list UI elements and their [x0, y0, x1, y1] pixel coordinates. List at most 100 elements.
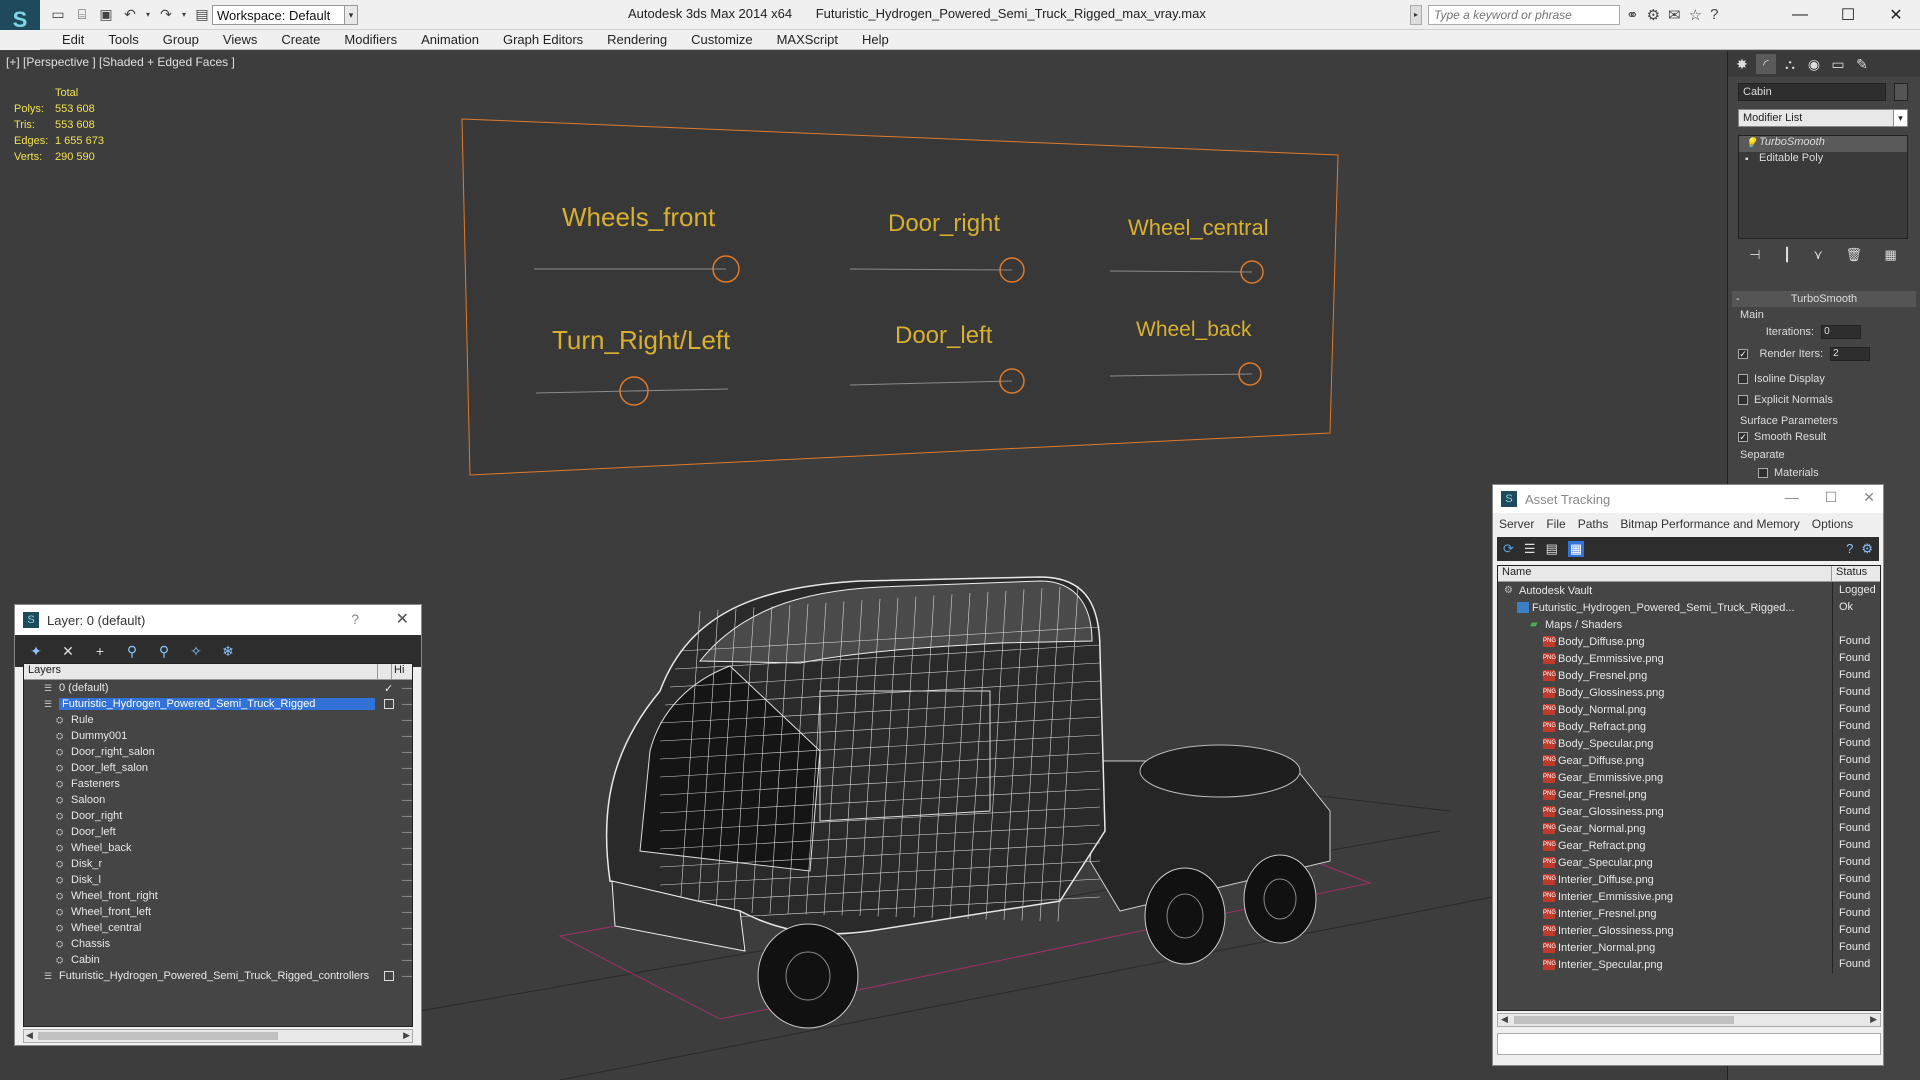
help-icon[interactable]: ? [1846, 541, 1853, 557]
menu-item-views[interactable]: Views [211, 32, 269, 47]
create-tab-icon[interactable]: ✸ [1732, 54, 1752, 74]
hide-toggle[interactable]: — [402, 683, 412, 694]
set-current-box[interactable] [384, 699, 394, 709]
hide-toggle[interactable]: — [402, 923, 412, 934]
hide-toggle[interactable]: — [402, 731, 412, 742]
object-name-field[interactable]: Cabin [1738, 83, 1886, 101]
asset-row[interactable]: PNG Gear_Glossiness.png Found [1498, 803, 1880, 820]
hide-toggle[interactable]: — [402, 859, 412, 870]
close-button[interactable]: ✕ [396, 609, 409, 629]
layer-row[interactable]: ⛭ Wheel_front_right — [24, 888, 412, 904]
menu-item-edit[interactable]: Edit [50, 32, 96, 47]
asset-row[interactable]: PNG Interier_Glossiness.png Found [1498, 922, 1880, 939]
display-tab-icon[interactable]: ▭ [1828, 54, 1848, 74]
layer-row[interactable]: ⛭ Wheel_front_left — [24, 904, 412, 920]
asset-row[interactable]: Futuristic_Hydrogen_Powered_Semi_Truck_R… [1498, 599, 1880, 616]
hide-toggle[interactable]: — [402, 955, 412, 966]
asset-row[interactable]: PNG Body_Refract.png Found [1498, 718, 1880, 735]
layer-row[interactable]: ⛭ Saloon — [24, 792, 412, 808]
communication-icon[interactable]: ✉ [1668, 6, 1681, 24]
asset-row[interactable]: PNG Gear_Normal.png Found [1498, 820, 1880, 837]
table-view-icon[interactable]: ▦ [1567, 541, 1585, 557]
materials-checkbox[interactable] [1758, 468, 1768, 479]
show-end-result-icon[interactable]: ┃ [1783, 247, 1791, 267]
asset-row[interactable]: PNG Gear_Specular.png Found [1498, 854, 1880, 871]
asset-row[interactable]: PNG Body_Specular.png Found [1498, 735, 1880, 752]
scroll-left-icon[interactable]: ◀ [1501, 1014, 1508, 1025]
render-iters-spinner[interactable]: 2 [1830, 347, 1871, 361]
asset-row[interactable]: PNG Gear_Emmissive.png Found [1498, 769, 1880, 786]
scroll-left-icon[interactable]: ◀ [26, 1030, 33, 1041]
layers-column-header[interactable]: Layers [24, 664, 378, 679]
layer-row[interactable]: ⛭ Cabin — [24, 952, 412, 968]
hide-toggle[interactable]: — [402, 779, 412, 790]
hide-toggle[interactable]: — [402, 843, 412, 854]
add-to-layer-icon[interactable]: + [91, 642, 109, 660]
motion-tab-icon[interactable]: ◉ [1804, 54, 1824, 74]
hide-toggle[interactable]: — [402, 827, 412, 838]
search-expand-icon[interactable]: ▸ [1410, 5, 1422, 25]
asset-path-field[interactable] [1497, 1033, 1881, 1055]
favorites-icon[interactable]: ☆ [1689, 6, 1702, 24]
layer-row[interactable]: ⛭ Door_right_salon — [24, 744, 412, 760]
asset-menu-options[interactable]: Options [1812, 517, 1853, 531]
asset-row[interactable]: PNG Interier_Specular.png Found [1498, 956, 1880, 973]
horizontal-scrollbar[interactable]: ◀ ▶ [1497, 1013, 1881, 1027]
maximize-button[interactable]: ☐ [1824, 0, 1872, 30]
perspective-viewport[interactable]: Wheels_front Door_right Wheel_central Tu… [0, 51, 1727, 1080]
menu-item-modifiers[interactable]: Modifiers [332, 32, 409, 47]
undo-icon[interactable]: ↶ [120, 5, 140, 23]
menu-item-tools[interactable]: Tools [96, 32, 150, 47]
layer-row[interactable]: ⛭ Fasteners — [24, 776, 412, 792]
hide-toggle[interactable]: — [402, 891, 412, 902]
isoline-checkbox[interactable] [1738, 374, 1748, 385]
expand-icon[interactable]: ▪ [1745, 154, 1749, 165]
delete-layer-icon[interactable]: ✕ [59, 642, 77, 660]
layer-row[interactable]: ⛭ Wheel_central — [24, 920, 412, 936]
layer-row[interactable]: ⛭ Dummy001 — [24, 728, 412, 744]
layer-row[interactable]: ⛭ Wheel_back — [24, 840, 412, 856]
help-button[interactable]: ? [351, 611, 359, 627]
configure-sets-icon[interactable]: ▦ [1884, 247, 1896, 267]
layer-row[interactable]: ⛭ Door_left_salon — [24, 760, 412, 776]
menu-item-animation[interactable]: Animation [409, 32, 491, 47]
close-button[interactable]: ✕ [1872, 0, 1920, 30]
stack-item-editable-poly[interactable]: ▪ Editable Poly [1739, 152, 1907, 168]
undo-dropdown-icon[interactable]: ▾ [144, 5, 152, 23]
close-button[interactable]: ✕ [1863, 489, 1875, 506]
layer-row[interactable]: ⛭ Disk_l — [24, 872, 412, 888]
hide-toggle[interactable]: — [402, 699, 412, 710]
asset-row[interactable]: PNG Body_Normal.png Found [1498, 701, 1880, 718]
hide-toggle[interactable]: — [402, 939, 412, 950]
turbosmooth-rollout[interactable]: - TurboSmooth [1732, 291, 1916, 307]
refresh-icon[interactable]: ⟳ [1503, 541, 1514, 557]
create-layer-icon[interactable]: ✦ [27, 642, 45, 660]
layer-row[interactable]: ⛭ Door_left — [24, 824, 412, 840]
layer-row[interactable]: ⛭ Chassis — [24, 936, 412, 952]
scroll-right-icon[interactable]: ▶ [1870, 1014, 1877, 1025]
name-column-header[interactable]: Name [1498, 566, 1832, 581]
asset-menu-bitmap-performance-and-memory[interactable]: Bitmap Performance and Memory [1620, 517, 1799, 531]
hide-toggle[interactable]: — [402, 907, 412, 918]
menu-item-rendering[interactable]: Rendering [595, 32, 679, 47]
scroll-right-icon[interactable]: ▶ [403, 1030, 410, 1041]
hide-column-header[interactable]: Hi [392, 664, 404, 679]
scroll-thumb[interactable] [38, 1032, 278, 1040]
select-objects-icon[interactable]: ⚲ [123, 642, 141, 660]
stack-item-turbosmooth[interactable]: 💡 TurboSmooth [1739, 136, 1907, 152]
scroll-thumb[interactable] [1514, 1016, 1734, 1024]
asset-menu-file[interactable]: File [1546, 517, 1565, 531]
modifier-list-dropdown[interactable]: Modifier List ▾ [1738, 109, 1908, 127]
menu-item-group[interactable]: Group [151, 32, 211, 47]
hierarchy-tab-icon[interactable]: ⛬ [1780, 54, 1800, 74]
asset-row[interactable]: PNG Interier_Fresnel.png Found [1498, 905, 1880, 922]
redo-icon[interactable]: ↷ [156, 5, 176, 23]
explicit-normals-checkbox[interactable] [1738, 395, 1748, 406]
minimize-button[interactable]: — [1785, 489, 1799, 506]
workspace-menu-icon[interactable]: ▾ [344, 5, 358, 25]
asset-row[interactable]: PNG Body_Fresnel.png Found [1498, 667, 1880, 684]
search-input[interactable] [1428, 5, 1620, 25]
asset-row[interactable]: PNG Body_Diffuse.png Found [1498, 633, 1880, 650]
utilities-tab-icon[interactable]: ✎ [1852, 54, 1872, 74]
object-color-swatch[interactable] [1894, 83, 1908, 101]
